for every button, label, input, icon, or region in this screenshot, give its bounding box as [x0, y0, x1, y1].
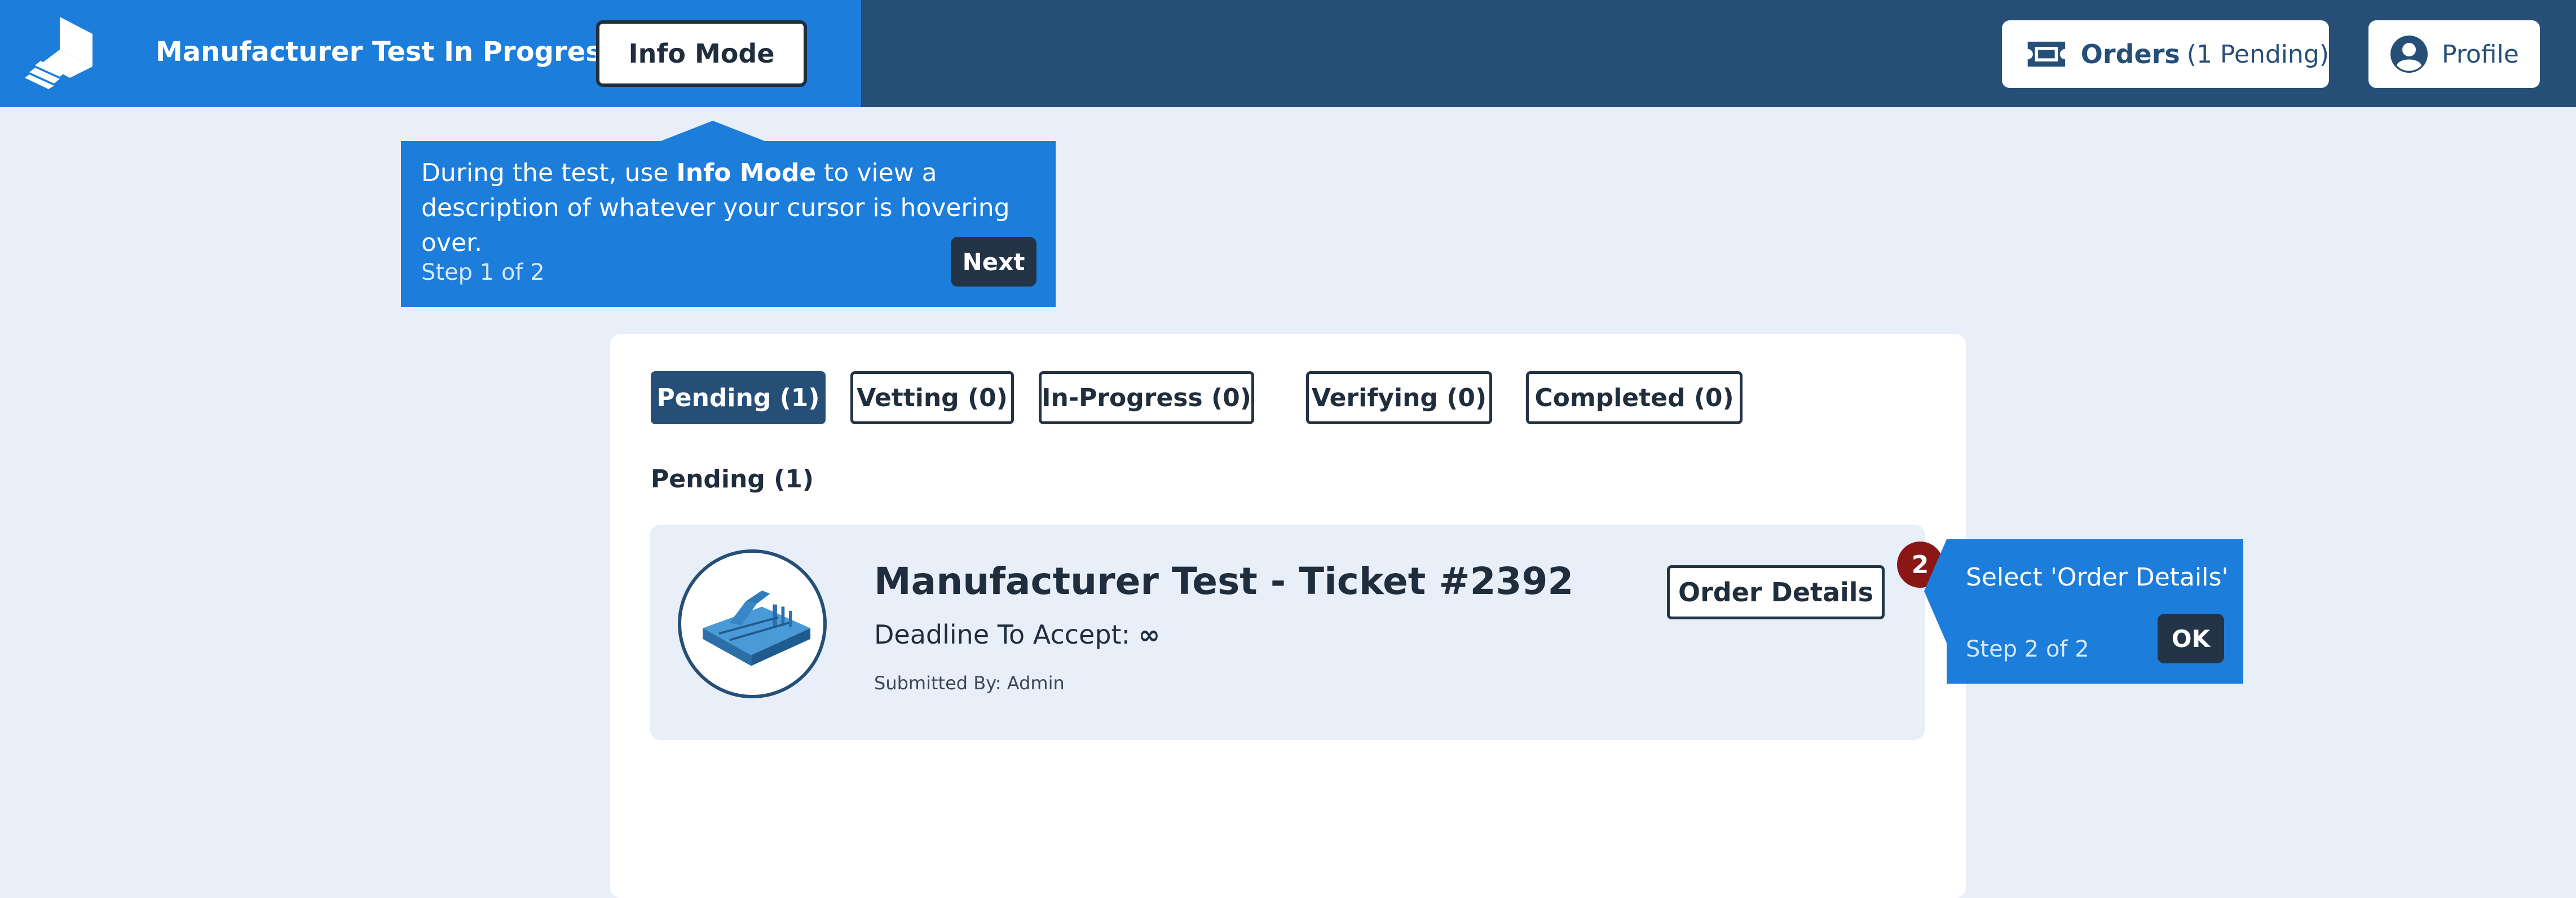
app-title: Manufacturer Test In Progress [156, 36, 618, 68]
user-circle-icon [2390, 36, 2428, 73]
orders-button[interactable]: Orders (1 Pending) [2002, 20, 2329, 88]
info-mode-button[interactable]: Info Mode [596, 20, 807, 87]
orders-pending-count: (1 Pending) [2186, 39, 2329, 69]
order-tooltip-step: Step 2 of 2 [1966, 636, 2089, 662]
order-details-button[interactable]: Order Details [1667, 565, 1885, 619]
section-title: Pending (1) [651, 465, 814, 494]
profile-button[interactable]: Profile [2368, 20, 2540, 88]
ticket-icon [2027, 41, 2066, 67]
part-model-image [703, 590, 811, 666]
order-details-tooltip: Select 'Order Details' Step 2 of 2 OK [1947, 539, 2243, 684]
tab-in-progress[interactable]: In-Progress (0) [1039, 371, 1254, 424]
info-mode-tooltip: During the test, use Info Mode to view a… [401, 141, 1056, 307]
orders-panel: Pending (1) Vetting (0) In-Progress (0) … [610, 334, 1966, 898]
order-thumbnail [678, 549, 827, 698]
order-tooltip-text: Select 'Order Details' [1966, 563, 2229, 592]
orders-label: Orders [2080, 39, 2180, 69]
deadline-text: Deadline To Accept: ∞ [874, 619, 1160, 650]
deadline-value: ∞ [1138, 619, 1161, 650]
profile-label: Profile [2442, 39, 2519, 69]
deadline-label: Deadline To Accept: [874, 619, 1131, 650]
info-tooltip-text-bold: Info Mode [676, 159, 817, 187]
tab-completed[interactable]: Completed (0) [1526, 371, 1743, 424]
next-button[interactable]: Next [951, 237, 1036, 287]
order-title: Manufacturer Test - Ticket #2392 [874, 560, 1574, 603]
tab-vetting[interactable]: Vetting (0) [850, 371, 1014, 424]
submitted-by: Submitted By: Admin [874, 672, 1065, 694]
info-tooltip-step: Step 1 of 2 [421, 259, 545, 285]
tab-pending[interactable]: Pending (1) [651, 371, 826, 424]
order-tooltip-arrow [1924, 539, 1947, 643]
info-tooltip-text: During the test, use Info Mode to view a… [421, 156, 1035, 261]
top-bar-left-section: Manufacturer Test In Progress Info Mode [0, 0, 861, 107]
order-card: Manufacturer Test - Ticket #2392 Deadlin… [650, 525, 1943, 740]
tab-verifying[interactable]: Verifying (0) [1306, 371, 1492, 424]
info-tooltip-arrow [661, 121, 765, 141]
info-tooltip-text-start: During the test, use [421, 159, 677, 187]
logo-icon [25, 17, 92, 89]
ok-button[interactable]: OK [2158, 614, 2224, 663]
top-bar: Manufacturer Test In Progress Info Mode … [0, 0, 2576, 107]
